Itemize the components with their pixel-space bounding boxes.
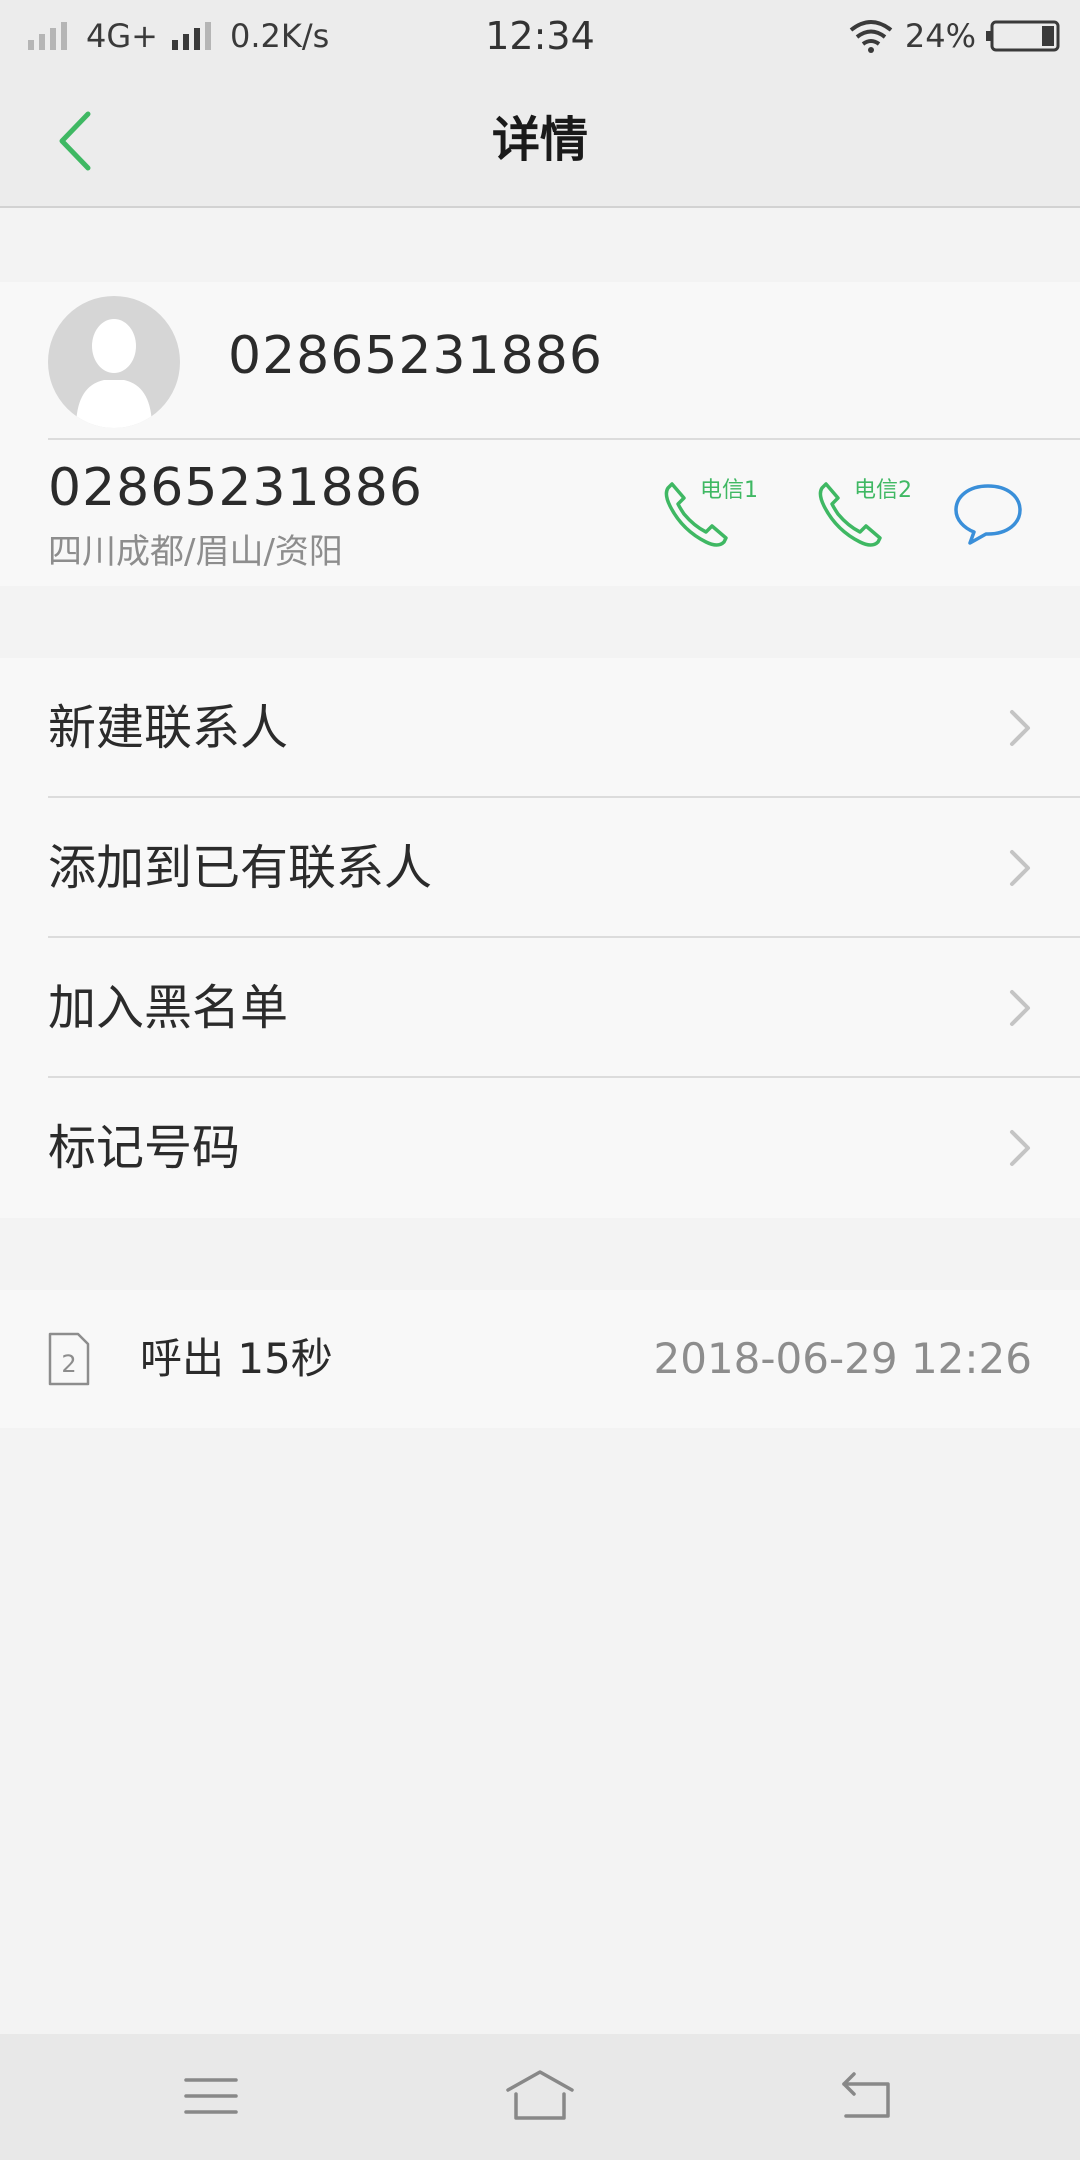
menu-item-label: 标记号码 [48,1120,241,1176]
status-bar: 4G+ 0.2K/s 12:34 24% [0,0,1080,72]
home-icon [506,2070,574,2120]
new-contact-item[interactable]: 新建联系人 [0,658,1080,798]
chevron-right-icon [1010,710,1030,746]
action-list: 新建联系人 添加到已有联系人 加入黑名单 标记号码 [0,658,1080,1218]
page-title: 详情 [491,112,588,168]
add-to-blacklist-item[interactable]: 加入黑名单 [0,938,1080,1078]
battery-icon [986,20,1060,52]
battery-level: 24% [904,17,976,55]
menu-item-label: 加入黑名单 [48,980,289,1036]
back-nav-button[interactable] [828,2064,908,2130]
phone-number[interactable]: 02865231886 [48,458,423,518]
chevron-right-icon [1010,1130,1030,1166]
person-icon [76,319,152,428]
contact-card: 02865231886 02865231886 四川成都/眉山/资阳 电信1 电… [0,282,1080,586]
title-bar: 详情 [0,72,1080,208]
message-button[interactable] [952,480,1024,548]
menu-item-label: 添加到已有联系人 [48,840,433,896]
menu-icon [184,2078,238,2114]
mark-number-item[interactable]: 标记号码 [0,1078,1080,1218]
status-right: 24% [847,0,1062,72]
menu-item-label: 新建联系人 [48,700,289,756]
number-location: 四川成都/眉山/资阳 [48,532,343,572]
divider [48,438,1080,440]
call-timestamp: 2018-06-29 12:26 [653,1334,1032,1383]
menu-button[interactable] [172,2064,252,2130]
back-icon [842,2072,890,2118]
call-sim1-button[interactable]: 电信1 [660,472,770,552]
navigation-bar [0,2034,1080,2160]
sim2-label: 电信2 [854,478,912,503]
sim-card-icon: 2 [48,1332,90,1386]
home-button[interactable] [500,2064,580,2130]
contact-name: 02865231886 [228,326,603,386]
chevron-right-icon [1010,990,1030,1026]
call-log-entry[interactable]: 2 呼出 15秒 2018-06-29 12:26 [0,1290,1080,1428]
avatar [48,296,180,428]
call-type: 呼出 15秒 [140,1334,333,1383]
add-to-existing-contact-item[interactable]: 添加到已有联系人 [0,798,1080,938]
wifi-icon [849,20,893,53]
call-sim2-button[interactable]: 电信2 [814,472,924,552]
sim-number: 2 [61,1350,76,1378]
message-bubble-icon [954,484,1022,545]
sim1-label: 电信1 [700,478,758,503]
chevron-right-icon [1010,850,1030,886]
